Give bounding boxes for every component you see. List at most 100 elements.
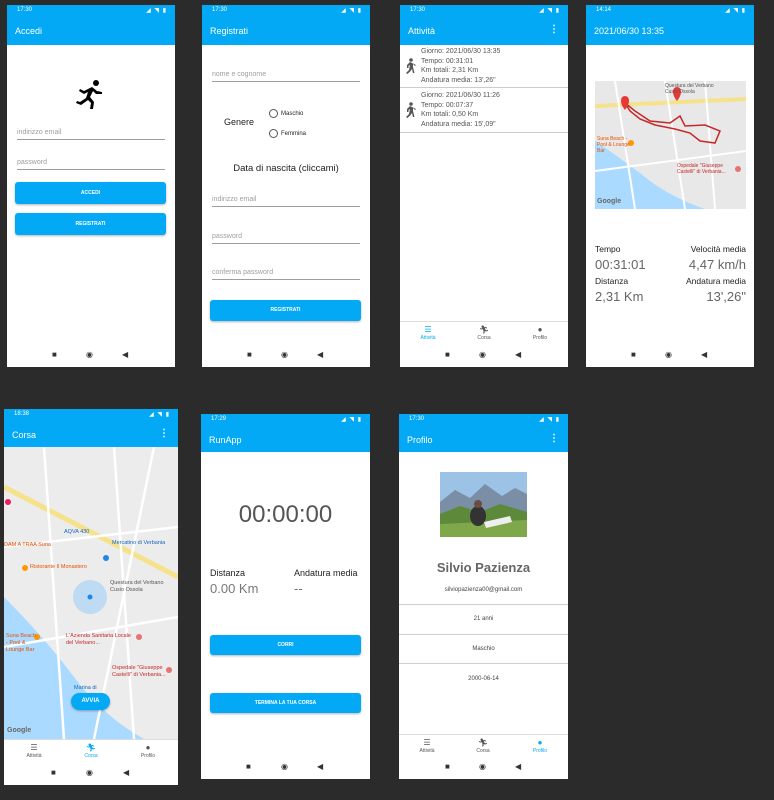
stat-tempo-value: 00:31:01 bbox=[595, 257, 646, 272]
register-button-label: REGISTRATI bbox=[75, 221, 106, 227]
nav-attivita[interactable]: ☰ Attività bbox=[14, 743, 54, 759]
back-icon[interactable]: ◀ bbox=[317, 350, 323, 359]
home-icon[interactable]: ◉ bbox=[479, 350, 486, 359]
activities-screen: 17:30 ◢ ◥ ▮ Attività ⋮ Giorno: 2021/06/30… bbox=[400, 5, 568, 367]
bottom-navigation: ☰ Attività 🏃︎ Corsa ● Profilo bbox=[399, 734, 568, 759]
stat-tempo-label: Tempo bbox=[595, 244, 621, 254]
corri-button[interactable]: CORRI bbox=[210, 635, 361, 655]
system-nav-bar: ■ ◉ ◀ bbox=[4, 763, 178, 785]
male-radio[interactable]: Maschio bbox=[269, 109, 303, 118]
home-icon[interactable]: ◉ bbox=[86, 768, 93, 777]
home-icon[interactable]: ◉ bbox=[281, 762, 288, 771]
profile-name: Silvio Pazienza bbox=[436, 560, 531, 575]
email-placeholder: indirizzo email bbox=[17, 129, 62, 136]
nav-corsa[interactable]: 🏃︎ Corsa bbox=[464, 325, 504, 341]
home-icon[interactable]: ◉ bbox=[479, 762, 486, 771]
nav-corsa[interactable]: 🏃︎ Corsa bbox=[71, 743, 111, 759]
login-button[interactable]: ACCEDI bbox=[15, 182, 166, 204]
email-placeholder: indirizzo email bbox=[212, 196, 257, 203]
start-run-button-label: AVVIA bbox=[81, 698, 100, 704]
run-icon: 🏃︎ bbox=[478, 325, 490, 334]
overflow-menu-icon[interactable]: ⋮ bbox=[549, 433, 559, 444]
app-bar-title: Registrati bbox=[210, 26, 249, 36]
runner-icon bbox=[76, 80, 102, 109]
system-nav-bar: ■ ◉ ◀ bbox=[202, 345, 370, 367]
nav-profilo[interactable]: ● Profilo bbox=[128, 743, 168, 759]
divider bbox=[399, 663, 568, 664]
stat-distanza-value: 2,31 Km bbox=[595, 289, 644, 304]
register-screen: 17:30 ◢ ◥ ▮ Registrati nome e cognome Ge… bbox=[202, 5, 370, 367]
status-bar: 18:38 ◢ ◥ ▮ bbox=[4, 409, 178, 421]
nav-corsa-label: Corsa bbox=[477, 335, 491, 341]
register-button[interactable]: REGISTRATI bbox=[210, 300, 361, 321]
activity-item[interactable]: Giorno: 2021/06/30 13:35 Tempo: 00:31:01… bbox=[400, 45, 568, 88]
back-icon[interactable]: ◀ bbox=[123, 768, 129, 777]
recents-icon[interactable]: ■ bbox=[51, 768, 56, 777]
activity-item[interactable]: Giorno: 2021/06/30 11:26 Tempo: 00:07:37… bbox=[400, 88, 568, 133]
map-label-suna: Suna Beach - Pool & Lounge Bar bbox=[597, 136, 630, 154]
activity-pace: Andatura media: 15',09" bbox=[421, 120, 496, 128]
route-map[interactable]: Questura del Verbano Cusio Ossola Suna B… bbox=[595, 81, 746, 209]
register-button[interactable]: REGISTRATI bbox=[15, 213, 166, 235]
nav-corsa-label: Corsa bbox=[84, 753, 98, 759]
email-field[interactable]: indirizzo email bbox=[17, 129, 165, 140]
map-label-questura: Questura del Verbano Cusio Ossola bbox=[665, 83, 714, 95]
app-bar-title: Profilo bbox=[407, 435, 433, 445]
activity-km: Km totali: 0,50 Km bbox=[421, 111, 479, 118]
nav-profilo-label: Profilo bbox=[140, 753, 156, 759]
status-icons: ◢ ◥ ▮ bbox=[725, 8, 746, 14]
termina-button-label: TERMINA LA TUA CORSA bbox=[254, 700, 317, 706]
start-run-button[interactable]: AVVIA bbox=[71, 693, 110, 710]
status-time: 17:30 bbox=[17, 7, 33, 13]
map-label-aqva: AQVA 430 bbox=[64, 529, 90, 535]
list-icon: ☰ bbox=[424, 325, 432, 334]
male-label: Maschio bbox=[281, 111, 304, 118]
recents-icon[interactable]: ■ bbox=[445, 350, 450, 359]
map-label-dam: DAM A TRAA Suna bbox=[4, 542, 51, 548]
home-icon[interactable]: ◉ bbox=[281, 350, 288, 359]
run-icon: 🏃︎ bbox=[477, 738, 489, 747]
profile-photo bbox=[440, 472, 527, 537]
home-icon[interactable]: ◉ bbox=[86, 350, 93, 359]
nav-profilo[interactable]: ● Profilo bbox=[520, 738, 560, 754]
activity-date: Giorno: 2021/06/30 13:35 bbox=[421, 48, 501, 55]
nav-attivita[interactable]: ☰ Attività bbox=[407, 738, 447, 754]
termina-button[interactable]: TERMINA LA TUA CORSA bbox=[210, 693, 361, 713]
map-label-ospedale: Ospedale "Giuseppe Castelli" di Verbania… bbox=[677, 163, 726, 175]
back-icon[interactable]: ◀ bbox=[515, 350, 521, 359]
status-bar: 17:30 ◢ ◥ ▮ bbox=[400, 5, 568, 17]
password-field[interactable]: password bbox=[17, 159, 165, 170]
recents-icon[interactable]: ■ bbox=[247, 350, 252, 359]
back-icon[interactable]: ◀ bbox=[122, 350, 128, 359]
recents-icon[interactable]: ■ bbox=[246, 762, 251, 771]
back-icon[interactable]: ◀ bbox=[317, 762, 323, 771]
nav-attivita[interactable]: ☰ Attività bbox=[408, 325, 448, 341]
profile-gender: Maschio bbox=[472, 646, 495, 652]
app-bar: Attività ⋮ bbox=[400, 17, 568, 45]
status-bar: 17:30 ◢ ◥ ▮ bbox=[202, 5, 370, 17]
recents-icon[interactable]: ■ bbox=[52, 350, 57, 359]
divider bbox=[399, 634, 568, 635]
back-icon[interactable]: ◀ bbox=[515, 762, 521, 771]
andatura-label: Andatura media bbox=[294, 568, 358, 578]
nav-attivita-label: Attività bbox=[419, 748, 435, 754]
nav-corsa[interactable]: 🏃︎ Corsa bbox=[463, 738, 503, 754]
bottom-navigation: ☰ Attività 🏃︎ Corsa ● Profilo bbox=[400, 321, 568, 346]
live-map[interactable]: AQVA 430 Mercatino di Verbania DAM A TRA… bbox=[4, 447, 178, 739]
nav-profilo[interactable]: ● Profilo bbox=[520, 325, 560, 341]
overflow-menu-icon[interactable]: ⋮ bbox=[159, 428, 169, 439]
name-field[interactable]: nome e cognome bbox=[212, 71, 360, 82]
andatura-value: -- bbox=[294, 581, 303, 596]
confirm-password-field[interactable]: conferma password bbox=[212, 269, 360, 280]
recents-icon[interactable]: ■ bbox=[631, 350, 636, 359]
email-field[interactable]: indirizzo email bbox=[212, 196, 360, 207]
home-icon[interactable]: ◉ bbox=[665, 350, 672, 359]
corsa-screen: 18:38 ◢ ◥ ▮ Corsa ⋮ AQVA 430 Mercatino di… bbox=[4, 409, 178, 785]
register-button-label: REGISTRATI bbox=[270, 307, 301, 313]
password-field[interactable]: password bbox=[212, 233, 360, 244]
female-radio[interactable]: Femmina bbox=[269, 129, 306, 138]
back-icon[interactable]: ◀ bbox=[701, 350, 707, 359]
recents-icon[interactable]: ■ bbox=[445, 762, 450, 771]
overflow-menu-icon[interactable]: ⋮ bbox=[549, 24, 559, 35]
birthdate-picker[interactable]: Data di nascita (cliccami) bbox=[202, 163, 370, 174]
